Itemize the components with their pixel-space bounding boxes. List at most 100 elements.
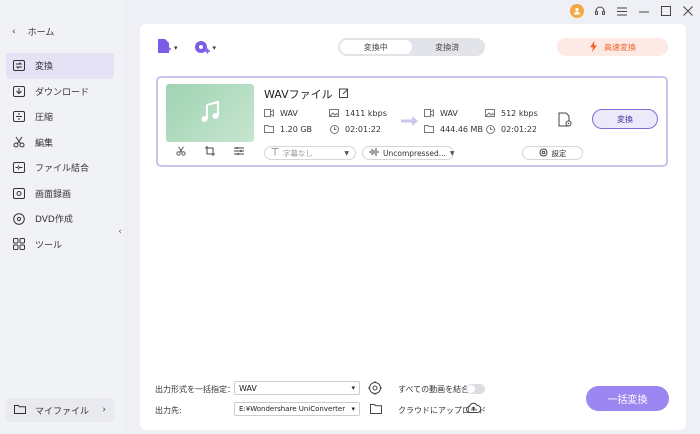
maximize-icon[interactable]	[660, 4, 672, 18]
target-size: 444.46 MB	[424, 124, 483, 134]
my-files-label: マイファイル	[35, 406, 90, 417]
collapse-sidebar-button[interactable]: ‹	[115, 222, 125, 242]
thumbnail-tools	[166, 144, 254, 160]
target-format-value: WAV	[440, 108, 458, 118]
chevron-down-icon: ▾	[212, 44, 217, 52]
chevron-left-icon: ‹	[118, 227, 122, 237]
target-duration: 02:01:22	[485, 124, 537, 134]
high-speed-label: 高速変換	[604, 42, 636, 52]
chevron-down-icon: ▼	[344, 149, 349, 157]
image-icon	[485, 108, 495, 118]
settings-button[interactable]: 設定	[522, 146, 583, 160]
merge-all-toggle[interactable]	[466, 384, 485, 394]
sidebar-item-screen-record[interactable]: 画面録画	[6, 181, 114, 207]
merge-icon	[12, 161, 25, 174]
add-file-button[interactable]: ▾	[156, 38, 178, 58]
avatar[interactable]	[570, 4, 584, 18]
audio-track-value: Uncompressed...	[383, 148, 446, 158]
sidebar-item-label: 圧縮	[35, 113, 54, 124]
sidebar-item-tools[interactable]: ツール	[6, 232, 114, 258]
source-format: WAV	[264, 108, 298, 118]
video-format-icon	[264, 108, 274, 118]
toolbar: ▾ ▾	[156, 38, 216, 58]
sidebar-item-merge[interactable]: ファイル結合	[6, 155, 114, 181]
clock-icon	[329, 124, 339, 134]
target-size-value: 444.46 MB	[440, 124, 483, 134]
subtitle-icon	[271, 148, 279, 158]
cloud-upload-icon[interactable]	[466, 402, 482, 417]
headset-support-icon[interactable]	[594, 4, 606, 18]
video-format-icon	[424, 108, 434, 118]
sidebar-item-convert[interactable]: 変換	[6, 53, 114, 79]
convert-button[interactable]: 変換	[592, 109, 658, 129]
source-bitrate-value: 1411 kbps	[345, 108, 387, 118]
subtitle-select[interactable]: 字幕なし ▼	[264, 146, 356, 160]
settings-label: 設定	[551, 148, 567, 158]
chevron-right-icon: ›	[102, 405, 106, 415]
gear-icon	[539, 148, 548, 159]
sidebar: ‹ ホーム 変換 ダウンロード 圧縮 編集 ファイル結合 画面録画 DVD作成 …	[0, 0, 124, 434]
main-panel: ▾ ▾ 変換中 変換済 高速変換 WAVファイル WAV 1.20 GB 141…	[140, 24, 686, 430]
target-duration-value: 02:01:22	[501, 124, 537, 134]
sidebar-item-label: DVD作成	[35, 215, 73, 226]
add-file-icon	[156, 38, 172, 58]
chevron-down-icon: ▾	[174, 44, 178, 52]
output-settings-icon[interactable]	[557, 112, 573, 128]
sidebar-nav: 変換 ダウンロード 圧縮 編集 ファイル結合 画面録画 DVD作成 ツール	[6, 53, 114, 257]
sidebar-item-label: 画面録画	[35, 189, 72, 200]
sidebar-item-label: 変換	[35, 62, 54, 73]
menu-icon[interactable]	[616, 4, 628, 18]
effects-list-icon[interactable]	[234, 146, 245, 159]
open-folder-icon[interactable]	[370, 403, 382, 417]
file-thumbnail[interactable]	[166, 84, 254, 142]
source-size: 1.20 GB	[264, 124, 312, 134]
compress-icon	[12, 110, 25, 123]
audio-wave-icon	[369, 148, 379, 158]
subtitle-value: 字幕なし	[283, 148, 313, 158]
format-settings-icon[interactable]	[368, 381, 382, 398]
sidebar-item-label: ダウンロード	[35, 87, 90, 98]
sidebar-item-label: ファイル結合	[35, 164, 90, 175]
dvd-icon	[12, 212, 25, 225]
output-format-value: WAV	[239, 383, 257, 393]
screen-record-icon	[12, 187, 25, 200]
output-format-select[interactable]: WAV ▾	[234, 381, 360, 395]
chevron-left-icon: ‹	[12, 26, 16, 37]
target-bitrate: 512 kbps	[485, 108, 538, 118]
audio-track-select[interactable]: Uncompressed... ▼	[362, 146, 455, 160]
sidebar-item-compress[interactable]: 圧縮	[6, 104, 114, 130]
trim-scissors-icon[interactable]	[176, 146, 186, 159]
tab-converted[interactable]: 変換済	[412, 40, 484, 54]
chevron-down-icon: ▾	[351, 384, 355, 392]
folder-icon	[424, 124, 434, 134]
crop-icon[interactable]	[204, 145, 215, 159]
add-dvd-icon	[194, 39, 211, 58]
home-link[interactable]: ‹ ホーム	[12, 25, 55, 39]
tab-converting[interactable]: 変換中	[340, 40, 412, 54]
add-dvd-button[interactable]: ▾	[194, 39, 217, 58]
bulk-convert-button[interactable]: 一括変換	[586, 386, 669, 411]
clock-icon	[485, 124, 495, 134]
sidebar-item-edit[interactable]: 編集	[6, 130, 114, 156]
home-label: ホーム	[27, 28, 55, 38]
output-path-select[interactable]: E:¥Wondershare UniConverter 1 ▾	[234, 402, 360, 416]
merge-all-label: すべての動画を結合	[398, 385, 470, 394]
high-speed-conversion-button[interactable]: 高速変換	[557, 38, 668, 56]
rename-edit-icon[interactable]	[338, 88, 349, 101]
download-icon	[12, 85, 25, 98]
close-icon[interactable]	[682, 4, 694, 18]
sidebar-item-dvd[interactable]: DVD作成	[6, 206, 114, 232]
sidebar-item-label: ツール	[35, 240, 63, 251]
source-format-value: WAV	[280, 108, 298, 118]
target-format: WAV	[424, 108, 458, 118]
convert-arrow-icon	[401, 116, 418, 126]
output-format-label: 出力形式を一括指定：	[155, 385, 235, 394]
source-size-value: 1.20 GB	[280, 124, 313, 134]
source-duration: 02:01:22	[329, 124, 381, 134]
my-files-button[interactable]: マイファイル ›	[6, 398, 114, 422]
image-icon	[329, 108, 339, 118]
sidebar-item-download[interactable]: ダウンロード	[6, 79, 114, 105]
output-location-label: 出力先:	[155, 406, 182, 415]
minimize-icon[interactable]	[638, 4, 650, 18]
folder-icon	[14, 404, 26, 417]
